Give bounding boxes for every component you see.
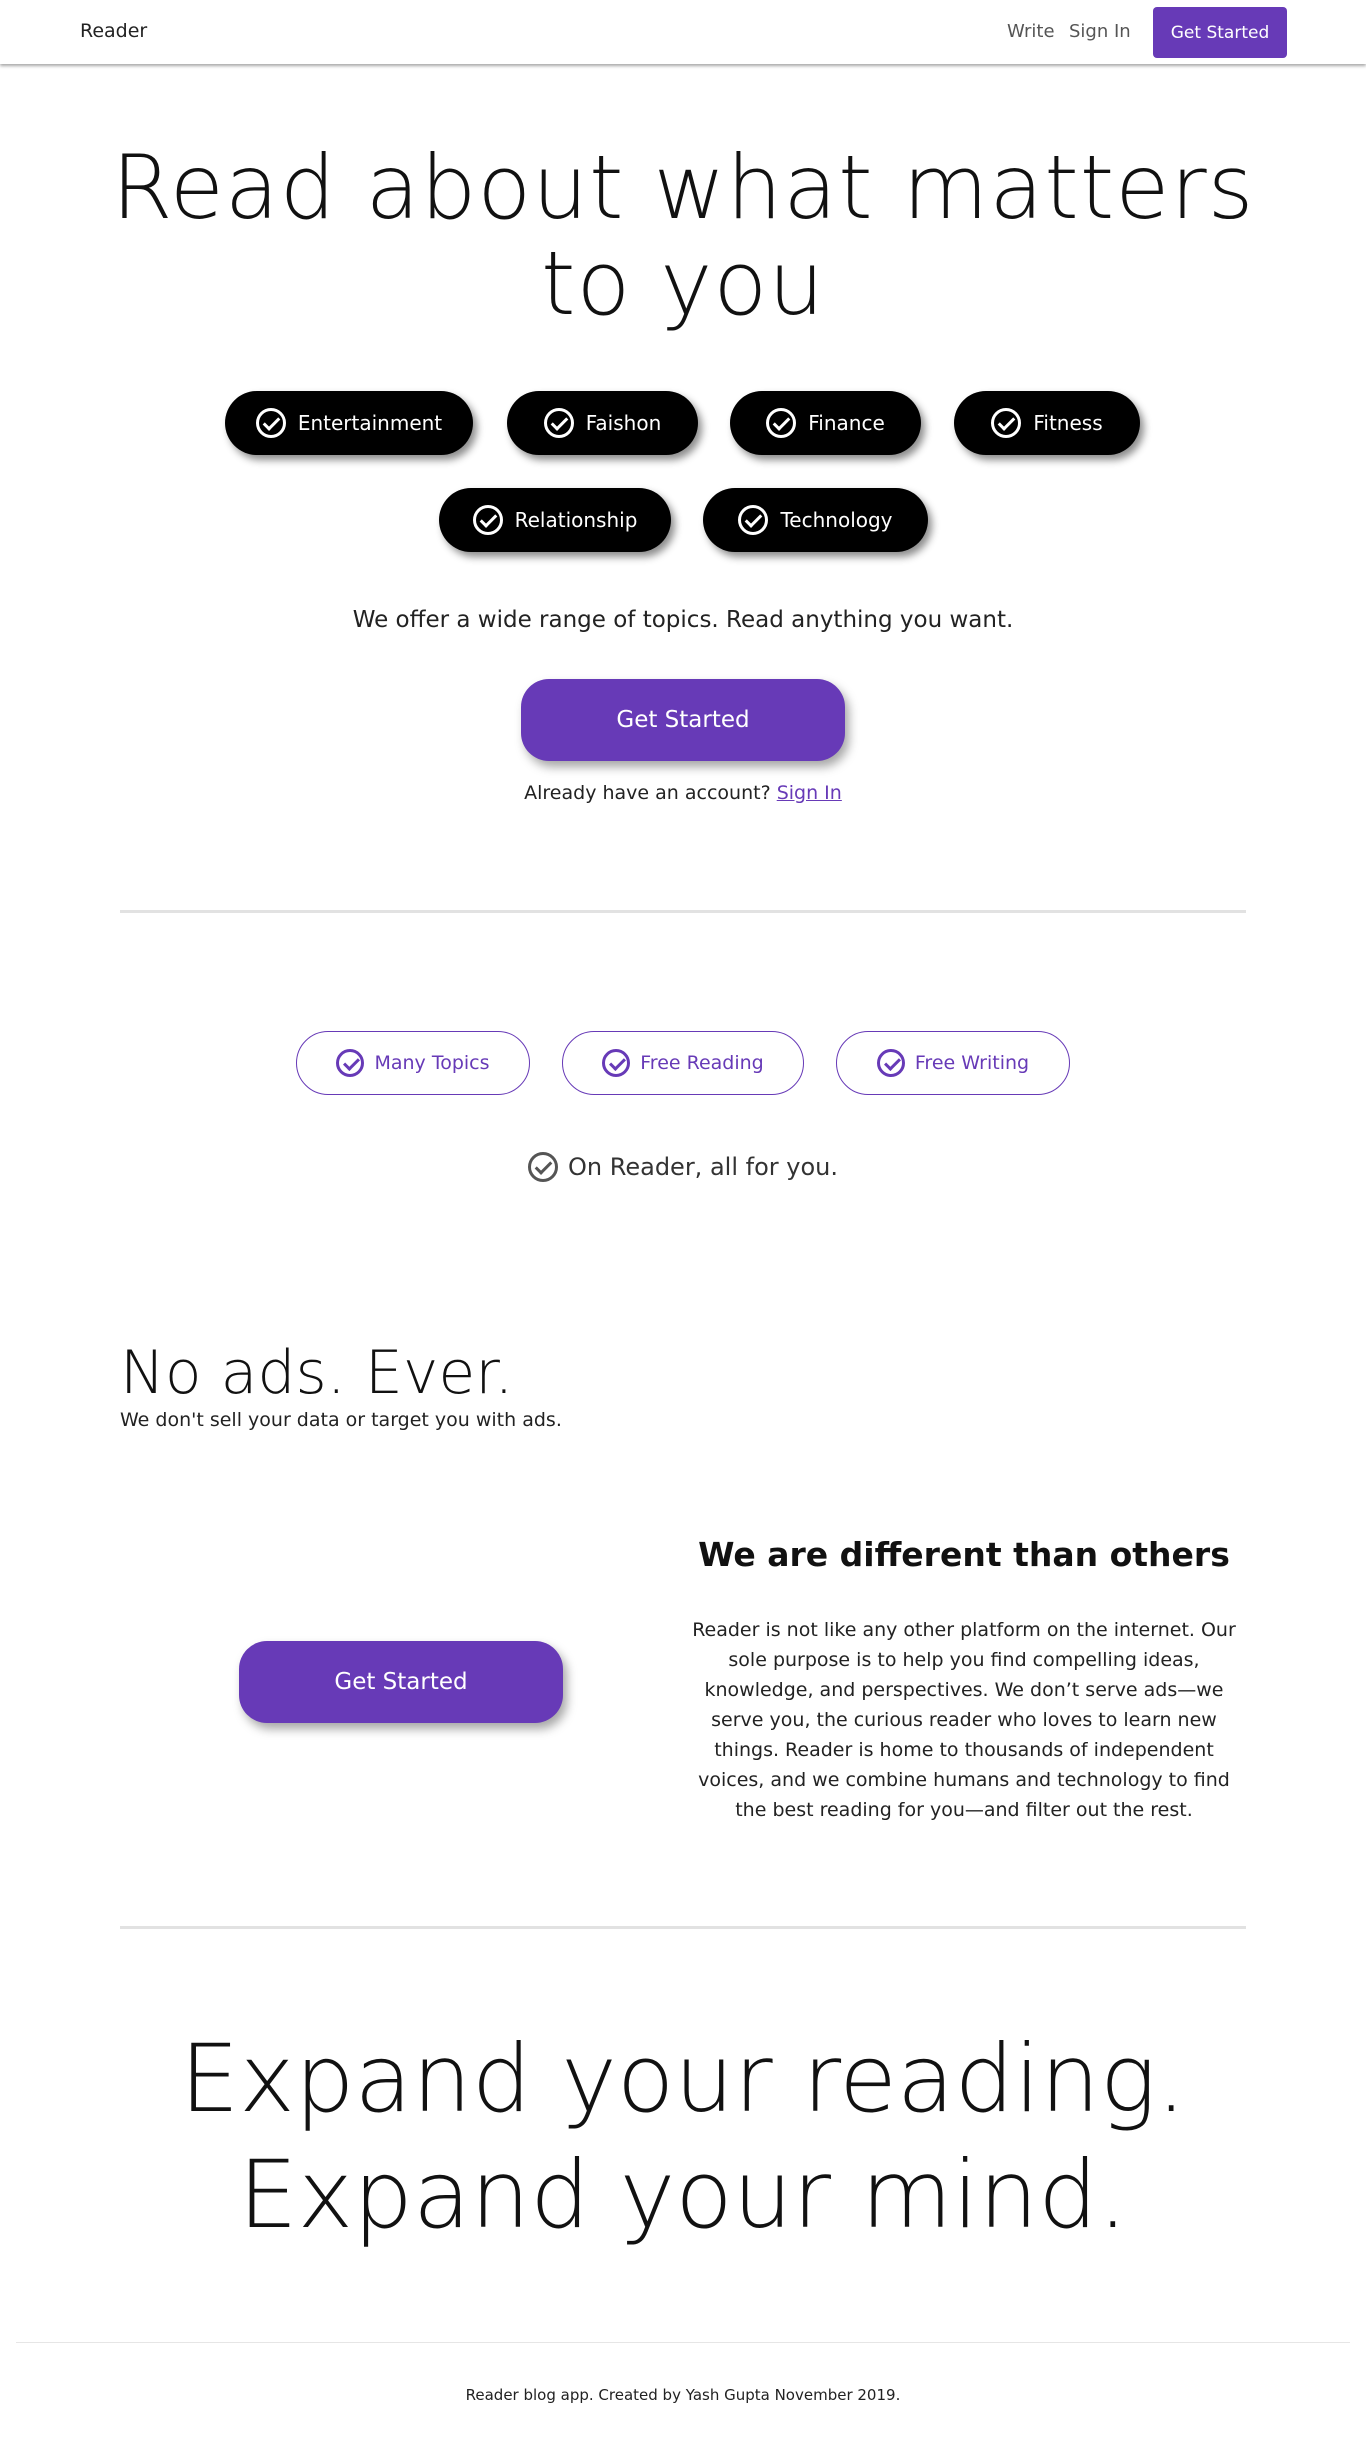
topic-chip-label: Entertainment (297, 411, 443, 435)
topic-chip-label: Technology (780, 508, 893, 532)
check-circle-icon (602, 1049, 631, 1077)
closing-line2: Expand your mind. (238, 2141, 1128, 2250)
sign-in-link[interactable]: Sign In (777, 782, 842, 804)
check-circle-icon (738, 505, 769, 535)
hero-title: Read about what matters to you (0, 140, 1366, 332)
topic-chip-technology[interactable]: Technology (703, 488, 928, 552)
check-circle-icon (766, 408, 797, 438)
nav-get-started-button[interactable]: Get Started (1153, 7, 1287, 58)
feature-chip-many-topics[interactable]: Many Topics (296, 1031, 530, 1095)
check-circle-icon (472, 505, 503, 535)
account-prompt: Already have an account? (524, 782, 771, 804)
check-circle-icon (543, 408, 574, 438)
closing-headline: Expand your reading. Expand your mind. (0, 2022, 1366, 2254)
topic-chip-finance[interactable]: Finance (730, 391, 921, 455)
account-line: Already have an account? Sign In (0, 782, 1366, 804)
navbar: Reader Write Sign In Get Started (0, 0, 1366, 64)
closing-line1: Expand your reading. (179, 2025, 1187, 2134)
hero-title-line2: to you (540, 232, 825, 335)
tagline: On Reader, all for you. (0, 1152, 1366, 1182)
topic-chip-faishon[interactable]: Faishon (507, 391, 698, 455)
brand-link[interactable]: Reader (80, 20, 147, 42)
check-circle-icon (255, 408, 286, 438)
hero-title-line1: Read about what matters (111, 136, 1255, 239)
feature-chip-label: Many Topics (374, 1052, 490, 1074)
nav-sign-in-link[interactable]: Sign In (1069, 21, 1131, 42)
footer-text: Reader blog app. Created by Yash Gupta N… (465, 2386, 901, 2404)
no-ads-title: No ads. Ever. (120, 1338, 514, 1408)
topic-chip-entertainment[interactable]: Entertainment (225, 391, 473, 455)
check-circle-icon (528, 1152, 559, 1182)
footer-divider (16, 2342, 1350, 2343)
feature-chip-label: Free Writing (914, 1052, 1030, 1074)
nav-write-link[interactable]: Write (1007, 21, 1055, 42)
section-divider (120, 1926, 1246, 1929)
check-circle-icon (876, 1049, 905, 1077)
hero-get-started-button[interactable]: Get Started (521, 679, 845, 761)
topic-chip-label: Relationship (514, 508, 638, 532)
topic-chip-label: Finance (808, 411, 885, 435)
section-divider (120, 910, 1246, 913)
topic-chip-relationship[interactable]: Relationship (439, 488, 671, 552)
feature-chip-free-writing[interactable]: Free Writing (836, 1031, 1070, 1095)
feature-chip-label: Free Reading (640, 1052, 764, 1074)
no-ads-subtitle: We don't sell your data or target you wi… (120, 1409, 562, 1431)
different-body: Reader is not like any other platform on… (692, 1619, 1236, 1821)
different-title: We are different than others (698, 1535, 1230, 1574)
topic-chip-fitness[interactable]: Fitness (954, 391, 1140, 455)
hero-lead-text: We offer a wide range of topics. Read an… (352, 607, 1014, 633)
tagline-text: On Reader, all for you. (568, 1153, 838, 1181)
topic-chip-label: Faishon (585, 411, 662, 435)
feature-chip-free-reading[interactable]: Free Reading (562, 1031, 804, 1095)
topic-chip-label: Fitness (1033, 411, 1103, 435)
check-circle-icon (336, 1049, 365, 1077)
different-get-started-button[interactable]: Get Started (239, 1641, 563, 1723)
check-circle-icon (991, 408, 1022, 438)
